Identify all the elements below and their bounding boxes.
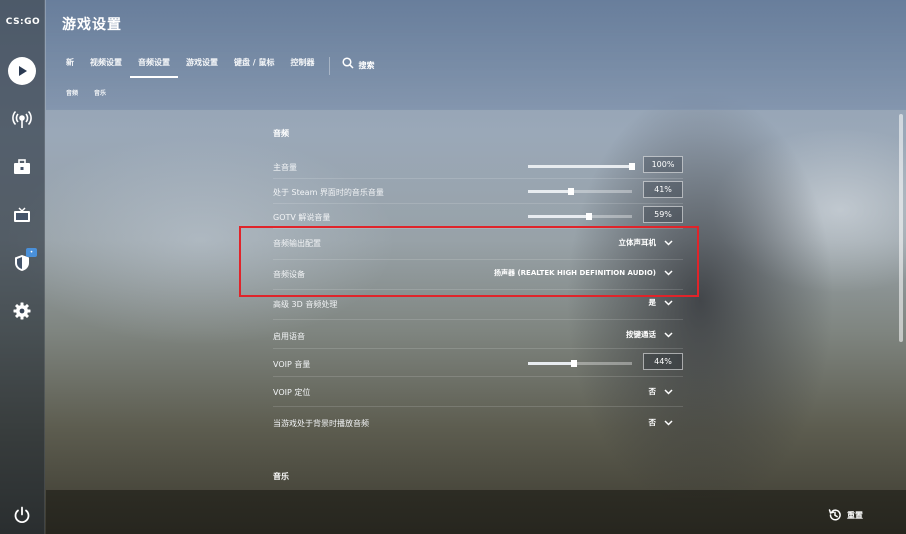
steam-music-volume-handle[interactable] [567,188,574,195]
broadcast-icon [12,110,32,128]
highlight-annotation-box [239,226,699,297]
voip-volume-handle[interactable] [570,360,577,367]
chevron-down-icon [664,419,673,426]
settings-tabs: 新 视频设置 音频设置 游戏设置 键盘 / 鼠标 控制器 搜索 [58,54,375,78]
background-audio-value: 否 [648,418,657,427]
master-volume-row: 主音量 100% [273,154,683,179]
background-audio-dropdown[interactable]: 否 [649,417,674,428]
search-icon [341,57,354,69]
play-button[interactable] [6,55,38,87]
audio-settings-panel: 音频 主音量 100% 处于 Steam 界面时的音乐音量 41% GOTV 解… [273,110,683,490]
background-audio-label: 当游戏处于背景时播放音频 [273,419,369,428]
master-volume-value[interactable]: 100% [643,156,683,173]
steam-music-volume-value[interactable]: 41% [643,181,683,198]
chevron-down-icon [664,299,673,306]
background-audio-row: 当游戏处于背景时播放音频 否 [273,407,683,437]
tab-video-settings[interactable]: 视频设置 [82,54,130,78]
chevron-down-icon [664,331,673,338]
advanced-3d-audio-dropdown[interactable]: 是 [649,297,674,308]
advanced-3d-audio-label: 高级 3D 音频处理 [273,300,338,309]
master-volume-slider[interactable] [528,163,635,170]
master-volume-label: 主音量 [273,163,297,172]
settings-scrollbar[interactable] [899,114,903,342]
main-sidebar: CS:GO • [0,0,45,534]
section-heading-music: 音乐 [273,472,289,481]
master-volume-fill [528,165,632,168]
voip-volume-value[interactable]: 44% [643,353,683,370]
voip-volume-fill [528,362,574,365]
audio-subtabs: 音频 音乐 [58,88,114,97]
tab-controller[interactable]: 控制器 [283,54,323,78]
tab-divider [328,57,330,75]
voip-positional-dropdown[interactable]: 否 [649,386,674,397]
tab-keyboard-mouse[interactable]: 键盘 / 鼠标 [226,54,283,78]
subtab-music[interactable]: 音乐 [86,88,114,97]
voip-positional-value: 否 [648,387,657,396]
tv-icon [14,207,30,222]
voip-volume-slider[interactable] [528,360,632,367]
watch-broadcast-button[interactable] [6,103,38,135]
advanced-3d-audio-row: 高级 3D 音频处理 是 [273,293,683,320]
enable-voice-value: 按键通话 [626,330,656,339]
tab-new[interactable]: 新 [58,54,82,78]
inventory-button[interactable] [6,151,38,183]
power-button[interactable] [6,499,38,531]
search-button[interactable]: 搜索 [336,54,375,78]
subtab-audio[interactable]: 音频 [58,88,86,97]
inventory-briefcase-icon [14,159,30,174]
steam-music-volume-slider[interactable] [528,188,632,195]
settings-header: 游戏设置 新 视频设置 音频设置 游戏设置 键盘 / 鼠标 控制器 搜索 音频 … [46,0,906,110]
page-title: 游戏设置 [62,17,122,33]
settings-footer: 重置 [46,490,906,534]
enable-voice-label: 启用语音 [273,332,305,341]
voip-positional-row: VOIP 定位 否 [273,377,683,407]
settings-button[interactable] [6,295,38,327]
enable-voice-row: 启用语音 按键通话 [273,320,683,349]
csgo-logo: CS:GO [5,17,41,27]
master-volume-handle[interactable] [629,163,635,170]
steam-music-volume-fill [528,190,571,193]
watch-tv-button[interactable] [6,199,38,231]
operation-shield-button[interactable]: • [6,247,38,279]
gotv-volume-handle[interactable] [586,213,593,220]
steam-music-volume-label: 处于 Steam 界面时的音乐音量 [273,188,384,197]
reset-label: 重置 [847,510,863,520]
gotv-volume-value[interactable]: 59% [643,206,683,223]
gear-icon [13,302,31,320]
voip-volume-label: VOIP 音量 [273,360,311,369]
search-label: 搜索 [358,61,375,70]
tab-audio-settings[interactable]: 音频设置 [130,54,178,78]
gotv-volume-fill [528,215,590,218]
reset-history-icon [828,509,841,521]
power-icon [14,506,30,524]
chevron-down-icon [664,388,673,395]
gotv-volume-label: GOTV 解说音量 [273,213,331,222]
section-heading-audio: 音频 [273,129,289,138]
voip-positional-label: VOIP 定位 [273,388,311,397]
reset-button[interactable]: 重置 [828,508,863,522]
play-icon [8,57,36,85]
steam-music-volume-row: 处于 Steam 界面时的音乐音量 41% [273,179,683,204]
tab-game-settings[interactable]: 游戏设置 [178,54,226,78]
advanced-3d-audio-value: 是 [648,298,657,307]
enable-voice-dropdown[interactable]: 按键通话 [626,329,673,340]
gotv-volume-slider[interactable] [528,213,632,220]
notification-badge: • [26,248,37,257]
voip-volume-row: VOIP 音量 44% [273,350,683,377]
